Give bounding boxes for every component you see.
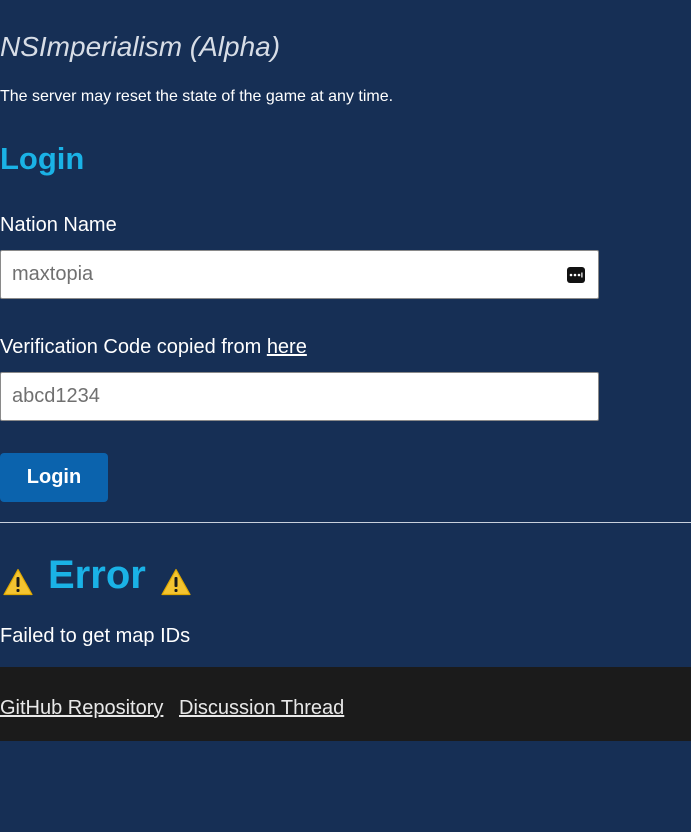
login-heading: Login [0, 141, 85, 176]
password-dots-icon [569, 272, 583, 277]
nation-name-input[interactable] [12, 263, 567, 286]
verification-code-field[interactable] [0, 372, 599, 421]
site-title: NSImperialism (Alpha) [0, 31, 281, 62]
error-heading: Error [3, 552, 191, 598]
warning-icon [161, 561, 191, 596]
footer: GitHub Repository Discussion Thread [0, 667, 691, 741]
verification-code-link[interactable]: here [267, 336, 307, 358]
verification-code-label-text: Verification Code copied from [0, 336, 267, 358]
verification-code-label: Verification Code copied from here [0, 335, 307, 359]
error-message: Failed to get map IDs [0, 625, 191, 647]
error-heading-text: Error [48, 552, 146, 597]
nation-name-field[interactable] [0, 250, 599, 299]
verification-code-input[interactable] [12, 385, 587, 408]
discussion-thread-link[interactable]: Discussion Thread [179, 696, 344, 720]
github-repository-link[interactable]: GitHub Repository [0, 696, 163, 720]
password-manager-icon[interactable] [567, 266, 585, 283]
nation-name-label: Nation Name [0, 214, 117, 236]
section-divider [0, 522, 691, 523]
warning-icon [3, 561, 33, 596]
server-reset-notice: The server may reset the state of the ga… [0, 88, 394, 105]
login-button[interactable]: Login [0, 453, 108, 502]
